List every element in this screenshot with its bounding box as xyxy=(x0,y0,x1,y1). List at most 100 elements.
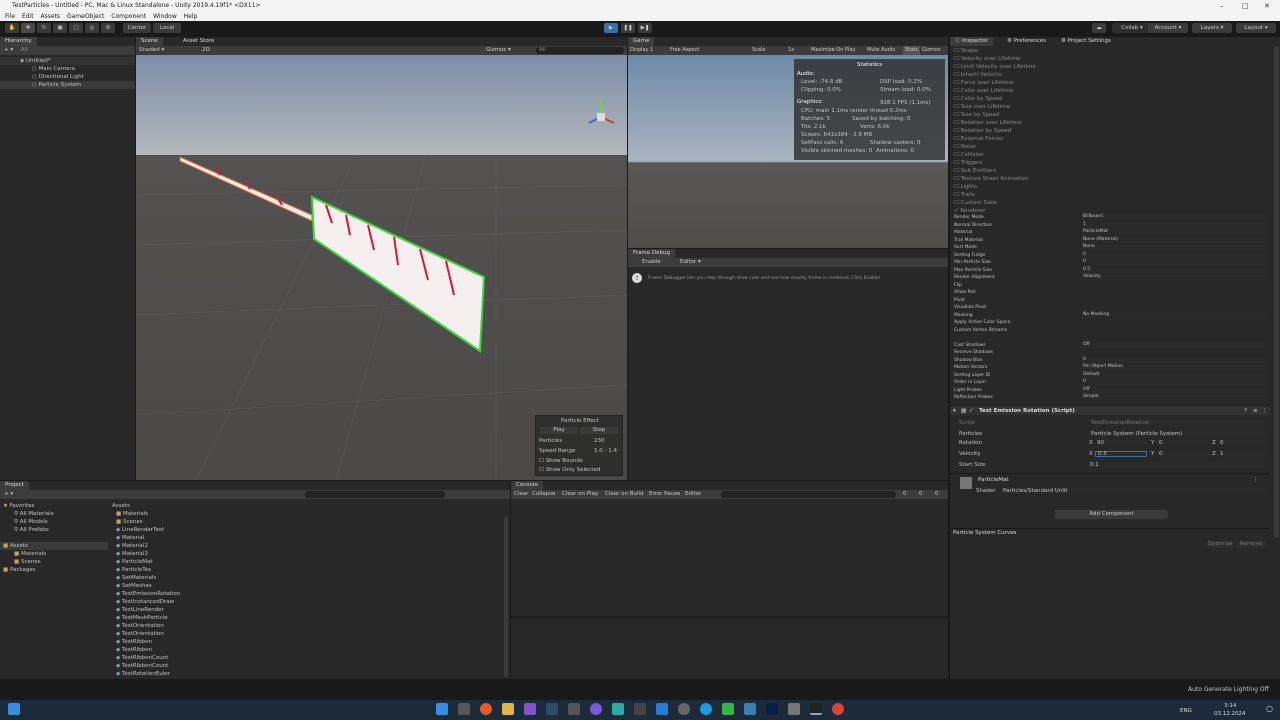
project-file-item[interactable]: ◆ SetMeshes xyxy=(116,582,152,590)
menu-edit[interactable]: Edit xyxy=(22,13,34,20)
project-file-item[interactable]: ◆ TestOrientation xyxy=(116,630,164,638)
app-icon[interactable] xyxy=(678,703,690,715)
project-file-item[interactable]: ◆ TestOrientation xyxy=(116,622,164,630)
console-editor-dropdown[interactable]: Editor xyxy=(685,490,701,499)
app-icon[interactable] xyxy=(744,703,756,715)
particle-module-toggle[interactable]: ☐ Custom Data xyxy=(954,199,997,207)
tree-folder-materials[interactable]: ■ Materials xyxy=(14,550,46,558)
collab-button[interactable]: Collab ▾ xyxy=(1112,23,1152,33)
assets-folder-item[interactable]: ■ Assets xyxy=(0,542,108,550)
particle-module-toggle[interactable]: ☐ Size by Speed xyxy=(954,111,999,119)
renderer-property-field[interactable]: 0.5 xyxy=(1081,267,1266,273)
tab-hierarchy[interactable]: Hierarchy xyxy=(0,37,37,46)
tab-project[interactable]: Project xyxy=(0,481,29,490)
particle-module-toggle[interactable]: ☐ Trails xyxy=(954,191,975,199)
project-scrollbar[interactable] xyxy=(504,517,508,677)
module-checkbox[interactable]: ☐ xyxy=(954,72,961,78)
chrome-icon[interactable] xyxy=(832,703,844,715)
menu-help[interactable]: Help xyxy=(184,13,198,20)
game-gizmos-toggle[interactable]: Gizmos xyxy=(922,46,940,55)
hand-tool-icon[interactable]: ✋ xyxy=(5,23,19,33)
tab-project-settings[interactable]: ⚙ Project Settings xyxy=(1056,37,1116,46)
console-clear-button[interactable]: Clear xyxy=(514,490,528,499)
favorite-all-prefabs[interactable]: ⚲ All Prefabs xyxy=(14,526,49,534)
layers-dropdown[interactable]: Layers ▾ xyxy=(1192,23,1232,33)
play-button[interactable]: ▶ xyxy=(604,23,618,33)
app-icon[interactable] xyxy=(568,703,580,715)
module-checkbox[interactable]: ☐ xyxy=(954,192,961,198)
console-error-count[interactable]: 0 xyxy=(935,490,939,499)
particle-module-toggle[interactable]: ☐ Color by Speed xyxy=(954,95,1003,103)
foldout-icon[interactable]: ▾ xyxy=(953,407,956,415)
renderer-property-field[interactable]: 0 xyxy=(1081,252,1266,258)
pivot-center-button[interactable]: Center xyxy=(123,23,151,33)
shading-dropdown[interactable]: Shaded ▾ xyxy=(139,46,164,55)
notification-icon[interactable]: ○ xyxy=(1266,705,1273,713)
script-enabled-checkbox[interactable]: ✓ xyxy=(969,407,974,415)
menu-component[interactable]: Component xyxy=(111,13,146,20)
scale-value[interactable]: 1x xyxy=(788,46,794,55)
start-size-field[interactable]: 0.1 xyxy=(1088,462,1266,468)
skype-icon[interactable] xyxy=(700,703,712,715)
mute-audio-toggle[interactable]: Mute Audio xyxy=(867,46,895,55)
show-only-selected-toggle[interactable]: ☐ Show Only Selected xyxy=(539,466,600,474)
project-file-item[interactable]: ◆ TestRibbonCount xyxy=(116,662,168,670)
particle-module-toggle[interactable]: ☐ Size over Lifetime xyxy=(954,103,1010,111)
tree-folder-scenes[interactable]: ■ Scenes xyxy=(14,558,41,566)
particle-module-toggle[interactable]: ☐ Color over Lifetime xyxy=(954,87,1013,95)
hierarchy-item-particle-system[interactable]: ○ Particle System xyxy=(0,81,135,89)
stats-toggle[interactable]: Stats xyxy=(903,46,920,55)
rotation-y-field[interactable]: 0 xyxy=(1157,440,1209,446)
gizmos-dropdown[interactable]: Gizmos ▾ xyxy=(486,46,511,55)
close-icon[interactable]: ✕ xyxy=(1264,0,1270,12)
custom-tool-icon[interactable]: ⚙ xyxy=(101,23,115,33)
particle-module-toggle[interactable]: ☐ Rotation over Lifetime xyxy=(954,119,1022,127)
module-checkbox[interactable]: ☐ xyxy=(954,136,961,142)
project-breadcrumb[interactable]: Assets xyxy=(112,502,130,510)
context-menu-icon[interactable]: ⋮ xyxy=(1262,407,1268,415)
menu-assets[interactable]: Assets xyxy=(41,13,61,20)
unity-icon[interactable] xyxy=(810,703,822,715)
help-icon[interactable]: ? xyxy=(1244,407,1247,415)
app-icon[interactable] xyxy=(612,703,624,715)
module-checkbox[interactable]: ☐ xyxy=(954,112,961,118)
module-checkbox[interactable]: ☐ xyxy=(954,56,961,62)
particle-stop-button[interactable]: Stop xyxy=(580,427,618,434)
project-file-item[interactable]: ◆ TestRibbon xyxy=(116,646,152,654)
tab-game[interactable]: Game xyxy=(628,37,655,46)
clock-time[interactable]: 3:14 xyxy=(1224,702,1236,710)
module-checkbox[interactable]: ☐ xyxy=(954,160,961,166)
project-file-item[interactable]: ■ Materials xyxy=(116,510,148,518)
curves-remove-button[interactable]: Remove xyxy=(1237,541,1265,548)
module-checkbox[interactable]: ☐ xyxy=(954,48,961,54)
tab-preferences[interactable]: ⚙ Preferences xyxy=(1002,37,1052,46)
console-clear-on-build-button[interactable]: Clear on Build xyxy=(605,490,644,499)
file-explorer-icon[interactable] xyxy=(502,703,514,715)
packages-folder-item[interactable]: ■ Packages xyxy=(3,566,36,574)
show-bounds-toggle[interactable]: ☐ Show Bounds xyxy=(539,457,583,465)
menu-window[interactable]: Window xyxy=(153,13,177,20)
step-button[interactable]: ▶❚ xyxy=(638,23,652,33)
renderer-property-field[interactable]: 0 xyxy=(1081,357,1266,363)
scale-tool-icon[interactable]: ▣ xyxy=(53,23,67,33)
hierarchy-item-main-camera[interactable]: ○ Main Camera xyxy=(0,65,135,73)
maximize-icon[interactable]: □ xyxy=(1242,0,1249,12)
maximize-on-play-toggle[interactable]: Maximize On Play xyxy=(811,46,855,55)
module-checkbox[interactable]: ☐ xyxy=(954,144,961,150)
windows-start-icon[interactable] xyxy=(8,703,20,715)
project-add-icon[interactable]: + ▾ xyxy=(4,491,13,497)
module-checkbox[interactable]: ☐ xyxy=(954,200,961,206)
clock-date[interactable]: 03.12.2024 xyxy=(1214,710,1246,718)
particles-object-field[interactable]: Particle System (Particle System) xyxy=(1088,431,1266,437)
module-checkbox[interactable]: ☐ xyxy=(954,88,961,94)
tab-console[interactable]: Console xyxy=(511,481,543,490)
pause-button[interactable]: ❚❚ xyxy=(621,23,635,33)
photoshop-icon[interactable] xyxy=(766,703,778,715)
module-checkbox[interactable]: ☐ xyxy=(954,168,961,174)
particle-module-toggle[interactable]: ☐ Texture Sheet Animation xyxy=(954,175,1028,183)
project-file-item[interactable]: ◆ TestRotationEuler xyxy=(116,670,170,676)
app-icon[interactable] xyxy=(722,703,734,715)
console-info-count[interactable]: 0 xyxy=(903,490,907,499)
display-dropdown[interactable]: Display 1 xyxy=(630,46,653,55)
transform-tool-icon[interactable]: ◎ xyxy=(85,23,99,33)
